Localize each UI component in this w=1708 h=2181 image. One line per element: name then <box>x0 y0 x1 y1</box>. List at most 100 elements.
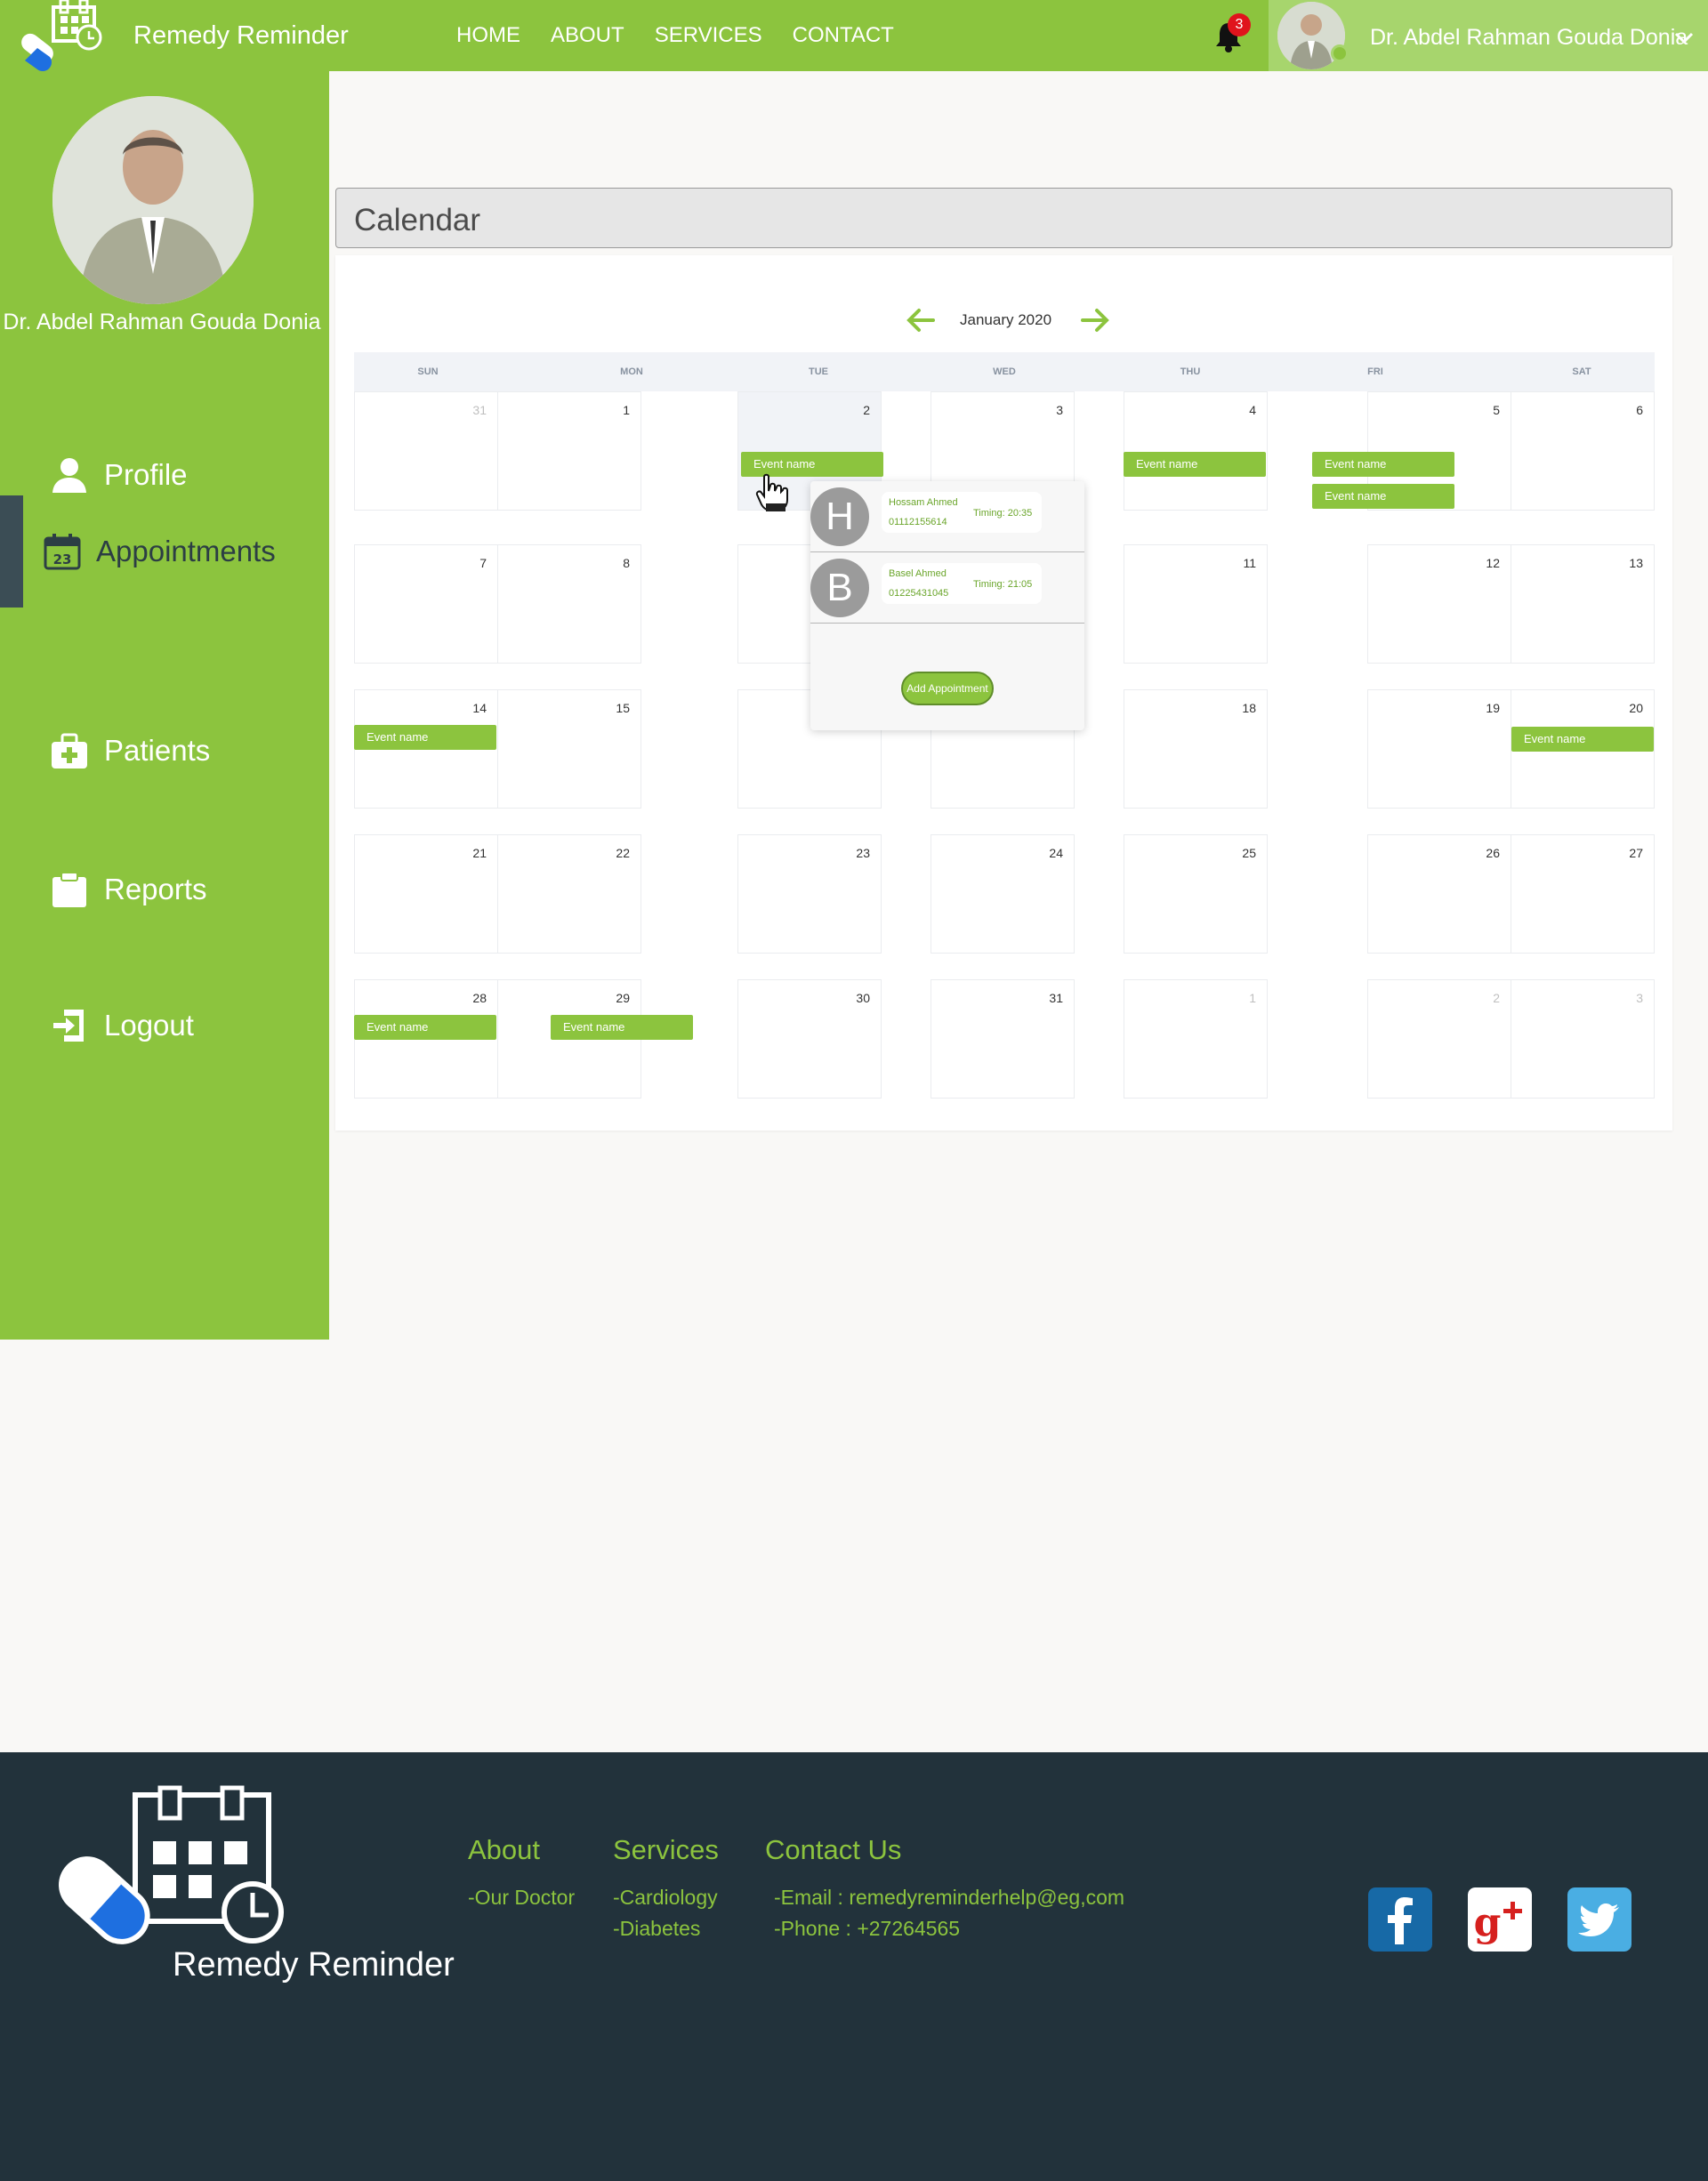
calendar-day-cell[interactable]: 25 <box>1124 834 1268 954</box>
day-number: 21 <box>472 846 487 860</box>
sidebar-item-reports[interactable]: Reports <box>0 833 329 946</box>
calendar-day-cell[interactable]: 31 <box>354 391 498 511</box>
weekday-label: SAT <box>1572 366 1591 377</box>
calendar-day-cell[interactable]: 22 <box>497 834 641 954</box>
footer-services-column: Services -Cardiology -Diabetes <box>613 1834 719 1944</box>
calendar-day-cell[interactable]: 4 <box>1124 391 1268 511</box>
day-number: 23 <box>856 846 870 860</box>
day-number: 28 <box>472 991 487 1005</box>
calendar-event[interactable]: Event name <box>354 1015 496 1040</box>
main-nav: HOME ABOUT SERVICES CONTACT <box>456 0 924 71</box>
day-number: 18 <box>1242 701 1256 715</box>
appointment-item[interactable]: B Basel Ahmed 01225431045 Timing: 21:05 <box>810 552 1084 624</box>
sidebar-item-appointments[interactable]: 23 Appointments <box>0 495 329 608</box>
nav-contact-link[interactable]: CONTACT <box>793 23 894 48</box>
calendar-day-cell[interactable]: 13 <box>1511 544 1655 664</box>
calendar-day-cell[interactable]: 11 <box>1124 544 1268 664</box>
calendar-day-cell[interactable]: 7 <box>354 544 498 664</box>
calendar-event[interactable]: Event name <box>551 1015 693 1040</box>
calendar-day-cell[interactable]: 24 <box>931 834 1075 954</box>
doctor-avatar <box>52 96 254 304</box>
nav-about-link[interactable]: ABOUT <box>551 23 624 48</box>
day-number: 3 <box>1056 403 1063 417</box>
chevron-down-icon[interactable] <box>1674 32 1694 44</box>
calendar-event[interactable]: Event name <box>1511 727 1654 752</box>
month-navigator: January 2020 <box>905 307 1111 334</box>
active-indicator <box>0 495 23 608</box>
footer-email[interactable]: -Email : remedyreminderhelp@eg,com <box>774 1882 1124 1913</box>
calendar-day-cell[interactable]: 1 <box>497 391 641 511</box>
month-label: January 2020 <box>960 311 1052 328</box>
day-number: 22 <box>616 846 630 860</box>
calendar-day-cell[interactable]: 30 <box>737 979 882 1099</box>
add-appointment-button[interactable]: Add Appointment <box>901 672 994 705</box>
calendar-day-cell[interactable]: 3 <box>1511 979 1655 1099</box>
arrow-left-icon[interactable] <box>905 307 937 334</box>
patient-phone: 01112155614 <box>889 517 947 527</box>
weekday-header: SUN MON TUE WED THU FRI SAT <box>354 352 1655 391</box>
user-icon <box>52 458 86 493</box>
day-number: 29 <box>616 991 630 1005</box>
calendar-day-cell[interactable]: 31 <box>931 979 1075 1099</box>
user-menu[interactable]: Dr. Abdel Rahman Gouda Donia <box>1269 0 1708 71</box>
calendar-day-cell[interactable]: 27 <box>1511 834 1655 954</box>
day-number: 11 <box>1243 556 1256 570</box>
footer-phone[interactable]: -Phone : +27264565 <box>774 1913 1124 1944</box>
calendar-event[interactable]: Event name <box>354 725 496 750</box>
footer-link-cardiology[interactable]: -Cardiology <box>613 1882 719 1913</box>
calendar-day-cell[interactable]: 21 <box>354 834 498 954</box>
footer-link-diabetes[interactable]: -Diabetes <box>613 1913 719 1944</box>
patient-phone: 01225431045 <box>889 588 949 599</box>
calendar-day-cell[interactable]: 6 <box>1511 391 1655 511</box>
patient-name: Basel Ahmed <box>889 568 947 579</box>
notification-badge: 3 <box>1228 13 1251 36</box>
day-number: 14 <box>472 701 487 715</box>
calendar-day-cell[interactable]: 23 <box>737 834 882 954</box>
day-number: 12 <box>1486 556 1500 570</box>
facebook-icon[interactable] <box>1368 1887 1432 1952</box>
brand-name: Remedy Reminder <box>133 20 349 50</box>
sidebar-item-patients[interactable]: Patients <box>0 695 329 807</box>
clipboard-icon <box>52 872 86 907</box>
calendar-icon: 23 <box>44 534 81 570</box>
calendar-day-cell[interactable]: 15 <box>497 689 641 809</box>
appointment-item[interactable]: H Hossam Ahmed 01112155614 Timing: 20:35 <box>810 481 1084 552</box>
calendar-day-cell[interactable]: 1 <box>1124 979 1268 1099</box>
remedy-logo-icon <box>21 0 102 71</box>
nav-home-link[interactable]: HOME <box>456 23 520 48</box>
day-number: 26 <box>1486 846 1500 860</box>
calendar-day-cell[interactable]: 12 <box>1367 544 1511 664</box>
logout-icon <box>53 1010 84 1042</box>
sidebar-item-logout[interactable]: Logout <box>0 970 329 1082</box>
footer-about-column: About -Our Doctor <box>468 1834 575 1913</box>
calendar-day-cell[interactable]: 18 <box>1124 689 1268 809</box>
weekday-label: MON <box>620 366 643 377</box>
calendar-day-cell[interactable]: 26 <box>1367 834 1511 954</box>
appointment-timing: Timing: 20:35 <box>973 508 1033 519</box>
twitter-icon[interactable] <box>1567 1887 1631 1952</box>
brand[interactable]: Remedy Reminder <box>14 0 349 71</box>
nav-services-link[interactable]: SERVICES <box>655 23 762 48</box>
footer-link-our-doctor[interactable]: -Our Doctor <box>468 1882 575 1913</box>
day-number: 6 <box>1636 403 1643 417</box>
day-number: 27 <box>1629 846 1643 860</box>
appointment-timing: Timing: 21:05 <box>973 579 1033 590</box>
calendar-day-cell[interactable]: 19 <box>1367 689 1511 809</box>
sidebar-item-label: Appointments <box>96 535 276 567</box>
day-number: 30 <box>856 991 870 1005</box>
calendar-event[interactable]: Event name <box>1312 484 1454 509</box>
svg-text:g: g <box>1474 1900 1502 1945</box>
day-number: 7 <box>479 556 487 570</box>
calendar-event[interactable]: Event name <box>1312 452 1454 477</box>
medical-kit-icon <box>52 733 87 769</box>
arrow-right-icon[interactable] <box>1079 307 1111 334</box>
calendar-day-cell[interactable]: 2 <box>1367 979 1511 1099</box>
day-number: 5 <box>1493 403 1500 417</box>
day-number: 31 <box>1049 991 1063 1005</box>
google-plus-icon[interactable]: g <box>1468 1887 1532 1952</box>
online-status-dot <box>1331 44 1349 62</box>
calendar-day-cell[interactable]: 8 <box>497 544 641 664</box>
calendar-event[interactable]: Event name <box>1124 452 1266 477</box>
day-number: 25 <box>1242 846 1256 860</box>
doctor-name: Dr. Abdel Rahman Gouda Donia <box>3 310 321 334</box>
